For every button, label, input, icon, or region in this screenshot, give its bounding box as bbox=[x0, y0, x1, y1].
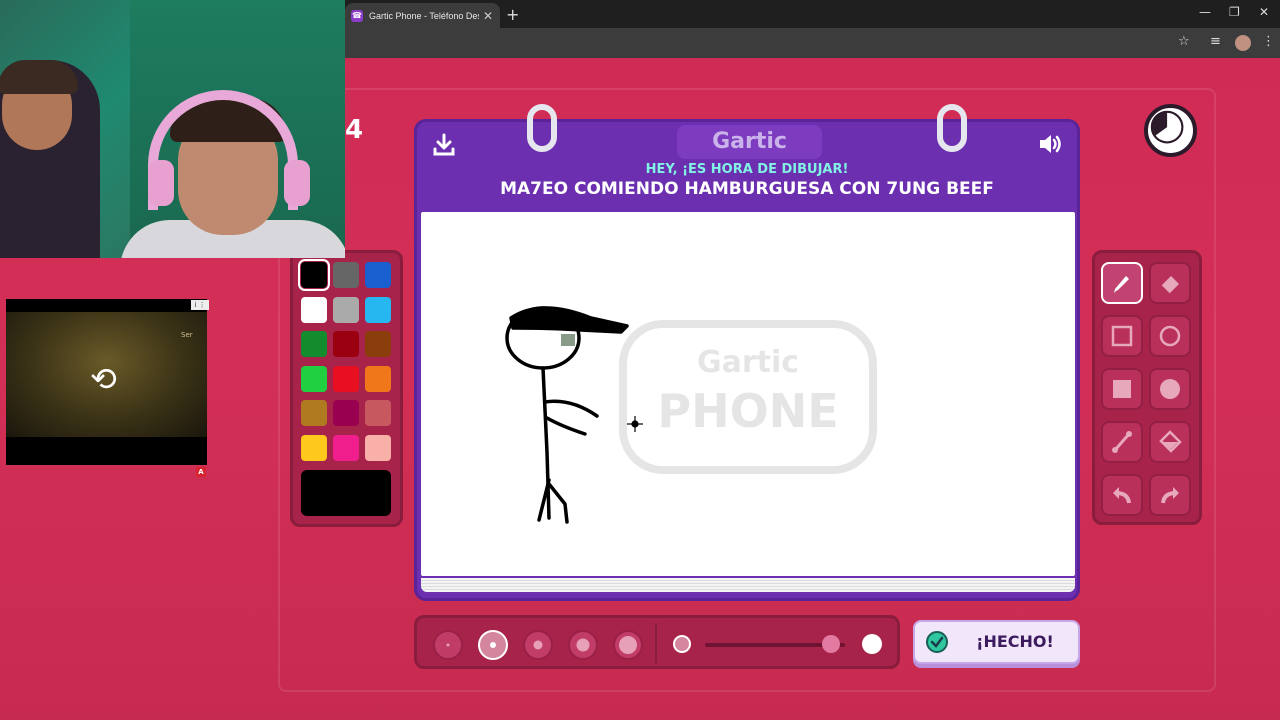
color-swatch[interactable] bbox=[298, 259, 330, 291]
drawing-board: Gartic HEY, ¡ES HORA DE DIBUJAR! MA7EO C… bbox=[414, 104, 1080, 601]
color-swatch[interactable] bbox=[301, 331, 327, 357]
minimize-button[interactable]: — bbox=[1199, 5, 1211, 19]
pencil-tool[interactable] bbox=[1101, 262, 1143, 304]
checkmark-badge-icon bbox=[926, 631, 948, 653]
bar-divider bbox=[655, 623, 657, 663]
color-swatch[interactable] bbox=[333, 434, 359, 461]
color-swatch[interactable] bbox=[365, 365, 391, 392]
gartic-phone-watermark: Gartic PHONE bbox=[619, 320, 877, 474]
sound-icon[interactable] bbox=[1037, 132, 1065, 156]
line-icon bbox=[1112, 431, 1132, 453]
rectangle-tool[interactable] bbox=[1101, 315, 1143, 357]
redo-tool[interactable] bbox=[1149, 474, 1191, 516]
undo-icon bbox=[1113, 487, 1131, 504]
color-swatch[interactable] bbox=[333, 331, 359, 357]
color-swatch[interactable] bbox=[333, 262, 359, 288]
line-tool[interactable] bbox=[1101, 421, 1143, 463]
brush-size-1[interactable] bbox=[433, 630, 463, 660]
brush-size-bar bbox=[414, 615, 900, 669]
filled-rectangle-tool[interactable] bbox=[1101, 368, 1143, 410]
color-swatch[interactable] bbox=[365, 434, 391, 461]
done-label: ¡HECHO! bbox=[976, 632, 1054, 651]
gartic-logo: Gartic bbox=[677, 125, 822, 159]
rectangle-outline-icon bbox=[1111, 325, 1133, 347]
brush-size-5[interactable] bbox=[613, 630, 643, 660]
color-swatch[interactable] bbox=[301, 296, 327, 323]
webcam-overlay bbox=[0, 0, 345, 258]
canvas-drawing: Gartic PHONE bbox=[505, 306, 877, 524]
bookmark-star-icon[interactable]: ☆ bbox=[1178, 34, 1190, 49]
color-swatch[interactable] bbox=[333, 400, 359, 426]
ad-info-icon[interactable]: i ⋮ bbox=[191, 300, 209, 310]
pencil-icon bbox=[1114, 276, 1129, 293]
board-header: Gartic HEY, ¡ES HORA DE DIBUJAR! MA7EO C… bbox=[417, 122, 1077, 214]
current-color-preview bbox=[301, 470, 391, 516]
opacity-max-icon bbox=[862, 634, 882, 654]
browser-tab[interactable]: ☎ Gartic Phone - Teléfono Descon ✕ bbox=[345, 3, 500, 28]
redo-icon bbox=[1161, 487, 1179, 504]
close-window-button[interactable]: ✕ bbox=[1259, 5, 1269, 19]
close-tab-icon[interactable]: ✕ bbox=[483, 9, 493, 23]
eraser-tool[interactable] bbox=[1149, 262, 1191, 304]
color-swatch[interactable] bbox=[365, 331, 391, 357]
ad-brand-text: Ser bbox=[181, 331, 193, 339]
opacity-min-icon bbox=[673, 635, 691, 653]
watermark-top: Gartic bbox=[697, 345, 799, 380]
drawing-prompt: MA7EO COMIENDO HAMBURGUESA CON 7UNG BEEF bbox=[500, 179, 994, 199]
download-icon[interactable] bbox=[431, 132, 457, 158]
drawing-canvas[interactable]: Gartic PHONE bbox=[421, 212, 1075, 576]
watermark-bottom: PHONE bbox=[657, 384, 838, 438]
streamer-2 bbox=[100, 90, 345, 258]
round-number: 4 bbox=[345, 115, 364, 145]
circle-outline-icon bbox=[1159, 325, 1181, 347]
color-swatch[interactable] bbox=[365, 400, 391, 426]
stick-figure-drawing bbox=[505, 306, 629, 524]
filled-ellipse-tool[interactable] bbox=[1149, 368, 1191, 410]
new-tab-button[interactable]: + bbox=[506, 5, 519, 24]
color-swatch[interactable] bbox=[365, 296, 391, 323]
undo-tool[interactable] bbox=[1101, 474, 1143, 516]
rectangle-filled-icon bbox=[1113, 380, 1131, 398]
replay-icon[interactable]: ⟲ bbox=[90, 363, 117, 395]
color-swatch[interactable] bbox=[333, 365, 359, 392]
brush-size-4[interactable] bbox=[568, 630, 598, 660]
ad-badge: A bbox=[196, 467, 206, 477]
board-subtitle: HEY, ¡ES HORA DE DIBUJAR! bbox=[645, 162, 849, 177]
eraser-icon bbox=[1160, 276, 1179, 295]
ellipse-tool[interactable] bbox=[1149, 315, 1191, 357]
brush-size-2[interactable] bbox=[478, 630, 508, 660]
restore-button[interactable]: ❐ bbox=[1229, 5, 1240, 19]
circle-filled-icon bbox=[1160, 379, 1180, 399]
color-swatch[interactable] bbox=[301, 400, 327, 426]
color-swatch[interactable] bbox=[301, 434, 327, 461]
video-ad[interactable]: Ser ⟲ i ⋮ bbox=[6, 299, 209, 465]
tab-title: Gartic Phone - Teléfono Descon bbox=[369, 10, 479, 21]
opacity-slider-handle[interactable] bbox=[822, 635, 840, 653]
color-swatch[interactable] bbox=[365, 262, 391, 288]
crosshair-cursor-icon bbox=[627, 416, 643, 432]
fill-bucket-tool[interactable] bbox=[1149, 421, 1191, 463]
streamer-1 bbox=[0, 60, 100, 258]
timer-clock-icon bbox=[1144, 104, 1197, 157]
gartic-favicon-icon: ☎ bbox=[351, 9, 363, 22]
paint-bucket-icon bbox=[1159, 430, 1182, 453]
notebook-pages bbox=[421, 578, 1075, 592]
browser-menu-icon[interactable]: ⋮ bbox=[1262, 34, 1275, 49]
done-button[interactable]: ¡HECHO! bbox=[913, 620, 1080, 664]
brush-size-3[interactable] bbox=[523, 630, 553, 660]
media-controls-icon[interactable]: ≡ bbox=[1210, 34, 1221, 49]
profile-avatar[interactable] bbox=[1235, 35, 1251, 51]
color-swatch[interactable] bbox=[333, 296, 359, 323]
color-swatch[interactable] bbox=[301, 365, 327, 392]
